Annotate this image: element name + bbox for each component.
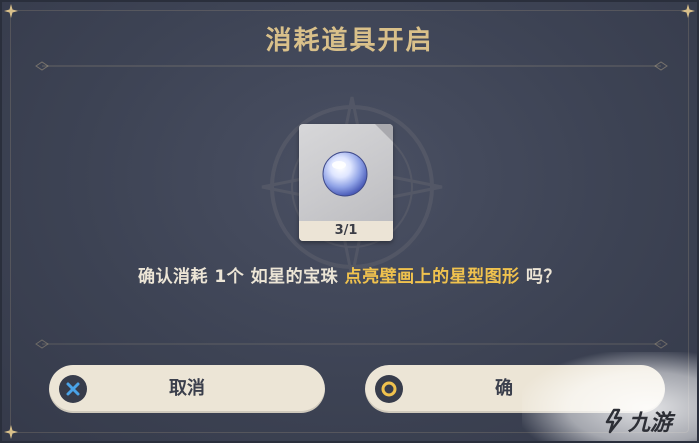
dialog-title: 消耗道具开启 — [265, 26, 434, 56]
message-suffix: 吗？ — [526, 267, 561, 287]
item-card[interactable]: 3/1 — [299, 124, 393, 241]
jiuyou-logo-icon — [605, 408, 623, 434]
footer-divider — [35, 339, 668, 349]
corner-star-icon — [681, 4, 695, 18]
cancel-label: 取消 — [169, 378, 205, 399]
corner-star-icon — [4, 4, 18, 18]
message-prefix: 确认消耗 1个 如星的宝珠 — [137, 267, 339, 287]
message-highlight: 点亮壁画上的星型图形 — [344, 267, 520, 287]
corner-star-icon — [4, 425, 18, 439]
watermark-text: 九游 — [628, 411, 673, 436]
consume-item-dialog: 消耗道具开启 3/1 确认消耗 1个 如星的宝珠 点亮壁画上的星型图形 吗？ 取… — [0, 0, 699, 443]
cancel-button[interactable]: 取消 — [49, 365, 325, 413]
confirm-message: 确认消耗 1个 如星的宝珠 点亮壁画上的星型图形 吗？ — [2, 262, 697, 287]
title-divider — [35, 61, 668, 71]
pearl-orb-icon — [322, 151, 368, 197]
watermark: 九游 — [602, 406, 672, 436]
item-count: 3/1 — [299, 221, 393, 241]
